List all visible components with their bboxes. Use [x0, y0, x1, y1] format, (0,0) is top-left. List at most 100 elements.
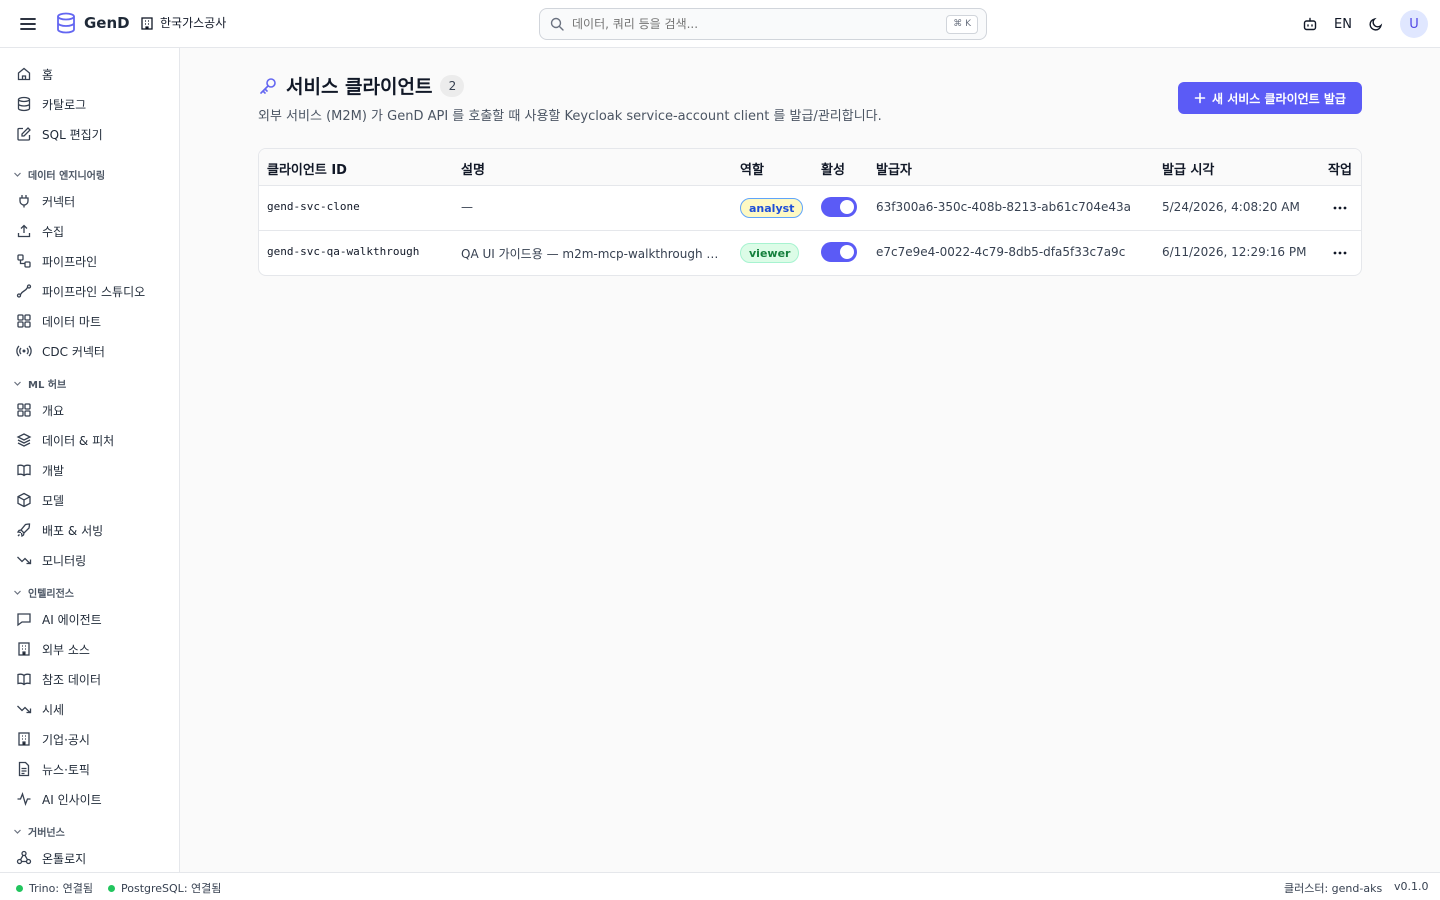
sidebar-item-sql-editor[interactable]: SQL 편집기 — [16, 124, 103, 144]
global-search[interactable]: ⌘ K — [539, 8, 987, 40]
header-issued-at[interactable]: 발급 시각 — [1162, 159, 1214, 178]
moon-icon[interactable] — [1368, 16, 1384, 32]
menu-icon[interactable] — [18, 14, 38, 34]
box-icon — [17, 492, 31, 508]
sidebar-item-model[interactable]: 모델 — [16, 490, 64, 510]
toggle-knob — [840, 245, 854, 259]
count-badge: 2 — [440, 74, 465, 97]
page-header: 서비스 클라이언트 2 — [258, 72, 465, 99]
toggle-knob — [840, 200, 854, 214]
sidebar-item-deploy-serving[interactable]: 배포 & 서빙 — [16, 520, 103, 540]
client-description: — — [461, 200, 473, 214]
sidebar-item-overview[interactable]: 개요 — [16, 400, 64, 420]
sidebar-item-label: 커넥터 — [42, 194, 76, 209]
more-horizontal-icon[interactable] — [1331, 245, 1349, 261]
header-active[interactable]: 활성 — [821, 159, 845, 178]
language-toggle[interactable]: EN — [1334, 17, 1352, 32]
spline-icon — [16, 284, 32, 298]
plus-icon — [1194, 92, 1206, 104]
header-description[interactable]: 설명 — [461, 159, 485, 178]
upload-icon — [17, 224, 31, 238]
sidebar-item-label: 수집 — [42, 224, 65, 239]
section-intelligence[interactable]: 인텔리전스 — [13, 585, 74, 600]
sidebar-item-news-topic[interactable]: 뉴스·토픽 — [16, 759, 90, 779]
radio-icon — [16, 345, 32, 357]
building-icon — [18, 642, 30, 656]
sidebar-item-market-price[interactable]: 시세 — [16, 699, 64, 719]
workflow-icon — [17, 254, 31, 268]
sidebar-item-label: 모니터링 — [42, 553, 87, 568]
sidebar-item-data-mart[interactable]: 데이터 마트 — [16, 311, 101, 331]
sidebar-item-develop[interactable]: 개발 — [16, 460, 64, 480]
new-service-client-button[interactable]: 새 서비스 클라이언트 발급 — [1178, 82, 1362, 114]
sidebar-item-label: 배포 & 서빙 — [42, 523, 104, 538]
header-role[interactable]: 역할 — [740, 159, 764, 178]
section-governance[interactable]: 거버넌스 — [13, 824, 65, 839]
sidebar-item-label: 데이터 마트 — [42, 314, 102, 329]
sidebar-item-label: AI 인사이트 — [42, 792, 102, 807]
active-toggle[interactable] — [821, 242, 857, 262]
sidebar-item-label: 파이프라인 스튜디오 — [42, 284, 146, 299]
sidebar-item-ai-agent[interactable]: AI 에이전트 — [16, 609, 102, 629]
section-label: 데이터 엔지니어링 — [28, 171, 106, 182]
home-icon — [17, 67, 31, 81]
sidebar-item-pipeline[interactable]: 파이프라인 — [16, 251, 97, 271]
sidebar-item-connector[interactable]: 커넥터 — [16, 191, 75, 211]
status-bar: Trino: 연결됨 PostgreSQL: 연결됨 클러스터: gend-ak… — [0, 872, 1440, 900]
org-selector[interactable]: 한국가스공사 — [140, 14, 226, 31]
search-input[interactable] — [572, 17, 912, 31]
client-id: gend-svc-qa-walkthrough — [267, 245, 420, 258]
header-client-id[interactable]: 클라이언트 ID — [267, 159, 347, 178]
sidebar-item-home[interactable]: 홈 — [16, 64, 53, 84]
issued-at: 5/24/2026, 4:08:20 AM — [1162, 200, 1300, 214]
building-icon — [141, 16, 153, 30]
sidebar-item-label: 모델 — [42, 493, 65, 508]
main-content: 서비스 클라이언트 2 외부 서비스 (M2M) 가 GenD API 를 호출… — [180, 48, 1440, 872]
grid-icon — [17, 403, 31, 417]
active-toggle[interactable] — [821, 197, 857, 217]
header-issuer[interactable]: 발급자 — [876, 159, 912, 178]
database-icon — [17, 96, 31, 112]
trino-status: Trino: 연결됨 — [16, 880, 93, 896]
table-row[interactable]: gend-svc-qa-walkthrough QA UI 가이드용 — m2m… — [259, 231, 1361, 275]
activity-icon — [17, 792, 31, 806]
postgres-status: PostgreSQL: 연결됨 — [108, 880, 221, 896]
user-avatar[interactable]: U — [1400, 10, 1428, 38]
sidebar-item-label: AI 에이전트 — [42, 612, 102, 627]
status-dot — [16, 884, 23, 892]
sidebar-item-ingest[interactable]: 수집 — [16, 221, 64, 241]
sidebar-item-corp-disclosure[interactable]: 기업·공시 — [16, 729, 90, 749]
sidebar-item-reference-data[interactable]: 참조 데이터 — [16, 669, 101, 689]
sidebar-item-pipeline-studio[interactable]: 파이프라인 스튜디오 — [16, 281, 145, 301]
service-clients-table: 클라이언트 ID 설명 역할 활성 발급자 발급 시각 작업 gend-svc-… — [258, 148, 1362, 276]
trending-down-icon — [17, 556, 32, 565]
bot-icon[interactable] — [1302, 16, 1318, 32]
table-header: 클라이언트 ID 설명 역할 활성 발급자 발급 시각 작업 — [259, 149, 1361, 186]
section-ml-hub[interactable]: ML 허브 — [13, 376, 66, 391]
section-label: 인텔리전스 — [28, 589, 74, 600]
section-data-engineering[interactable]: 데이터 엔지니어링 — [13, 167, 105, 182]
sidebar-item-catalog[interactable]: 카탈로그 — [16, 94, 86, 114]
sidebar-item-label: 온톨로지 — [42, 851, 87, 866]
issuer-id: 63f300a6-350c-408b-8213-ab61c704e43a — [876, 200, 1132, 214]
search-shortcut: ⌘ K — [946, 15, 978, 34]
sidebar-item-ontology[interactable]: 온톨로지 — [16, 848, 86, 868]
chevron-down-icon — [14, 829, 21, 834]
edit-icon — [17, 127, 31, 141]
book-open-icon — [17, 464, 31, 477]
sidebar-item-data-feature[interactable]: 데이터 & 피처 — [16, 430, 114, 450]
table-row[interactable]: gend-svc-clone — analyst 63f300a6-350c-4… — [259, 186, 1361, 231]
sidebar-item-external-source[interactable]: 외부 소스 — [16, 639, 90, 659]
sidebar-item-label: 데이터 & 피처 — [42, 433, 115, 448]
sidebar-item-cdc-connector[interactable]: CDC 커넥터 — [16, 341, 105, 361]
section-label: ML 허브 — [28, 380, 67, 391]
status-text: PostgreSQL: 연결됨 — [121, 882, 222, 895]
file-text-icon — [18, 761, 30, 777]
header-actions: 작업 — [1328, 163, 1352, 178]
client-description: QA UI 가이드용 — m2m-mcp-walkthrough 자동… — [461, 247, 725, 261]
more-horizontal-icon[interactable] — [1331, 200, 1349, 216]
sidebar-item-ai-insight[interactable]: AI 인사이트 — [16, 789, 102, 809]
app-logo[interactable]: GenD — [56, 12, 130, 34]
sidebar-item-monitoring[interactable]: 모니터링 — [16, 550, 86, 570]
page-title: 서비스 클라이언트 — [286, 76, 433, 98]
